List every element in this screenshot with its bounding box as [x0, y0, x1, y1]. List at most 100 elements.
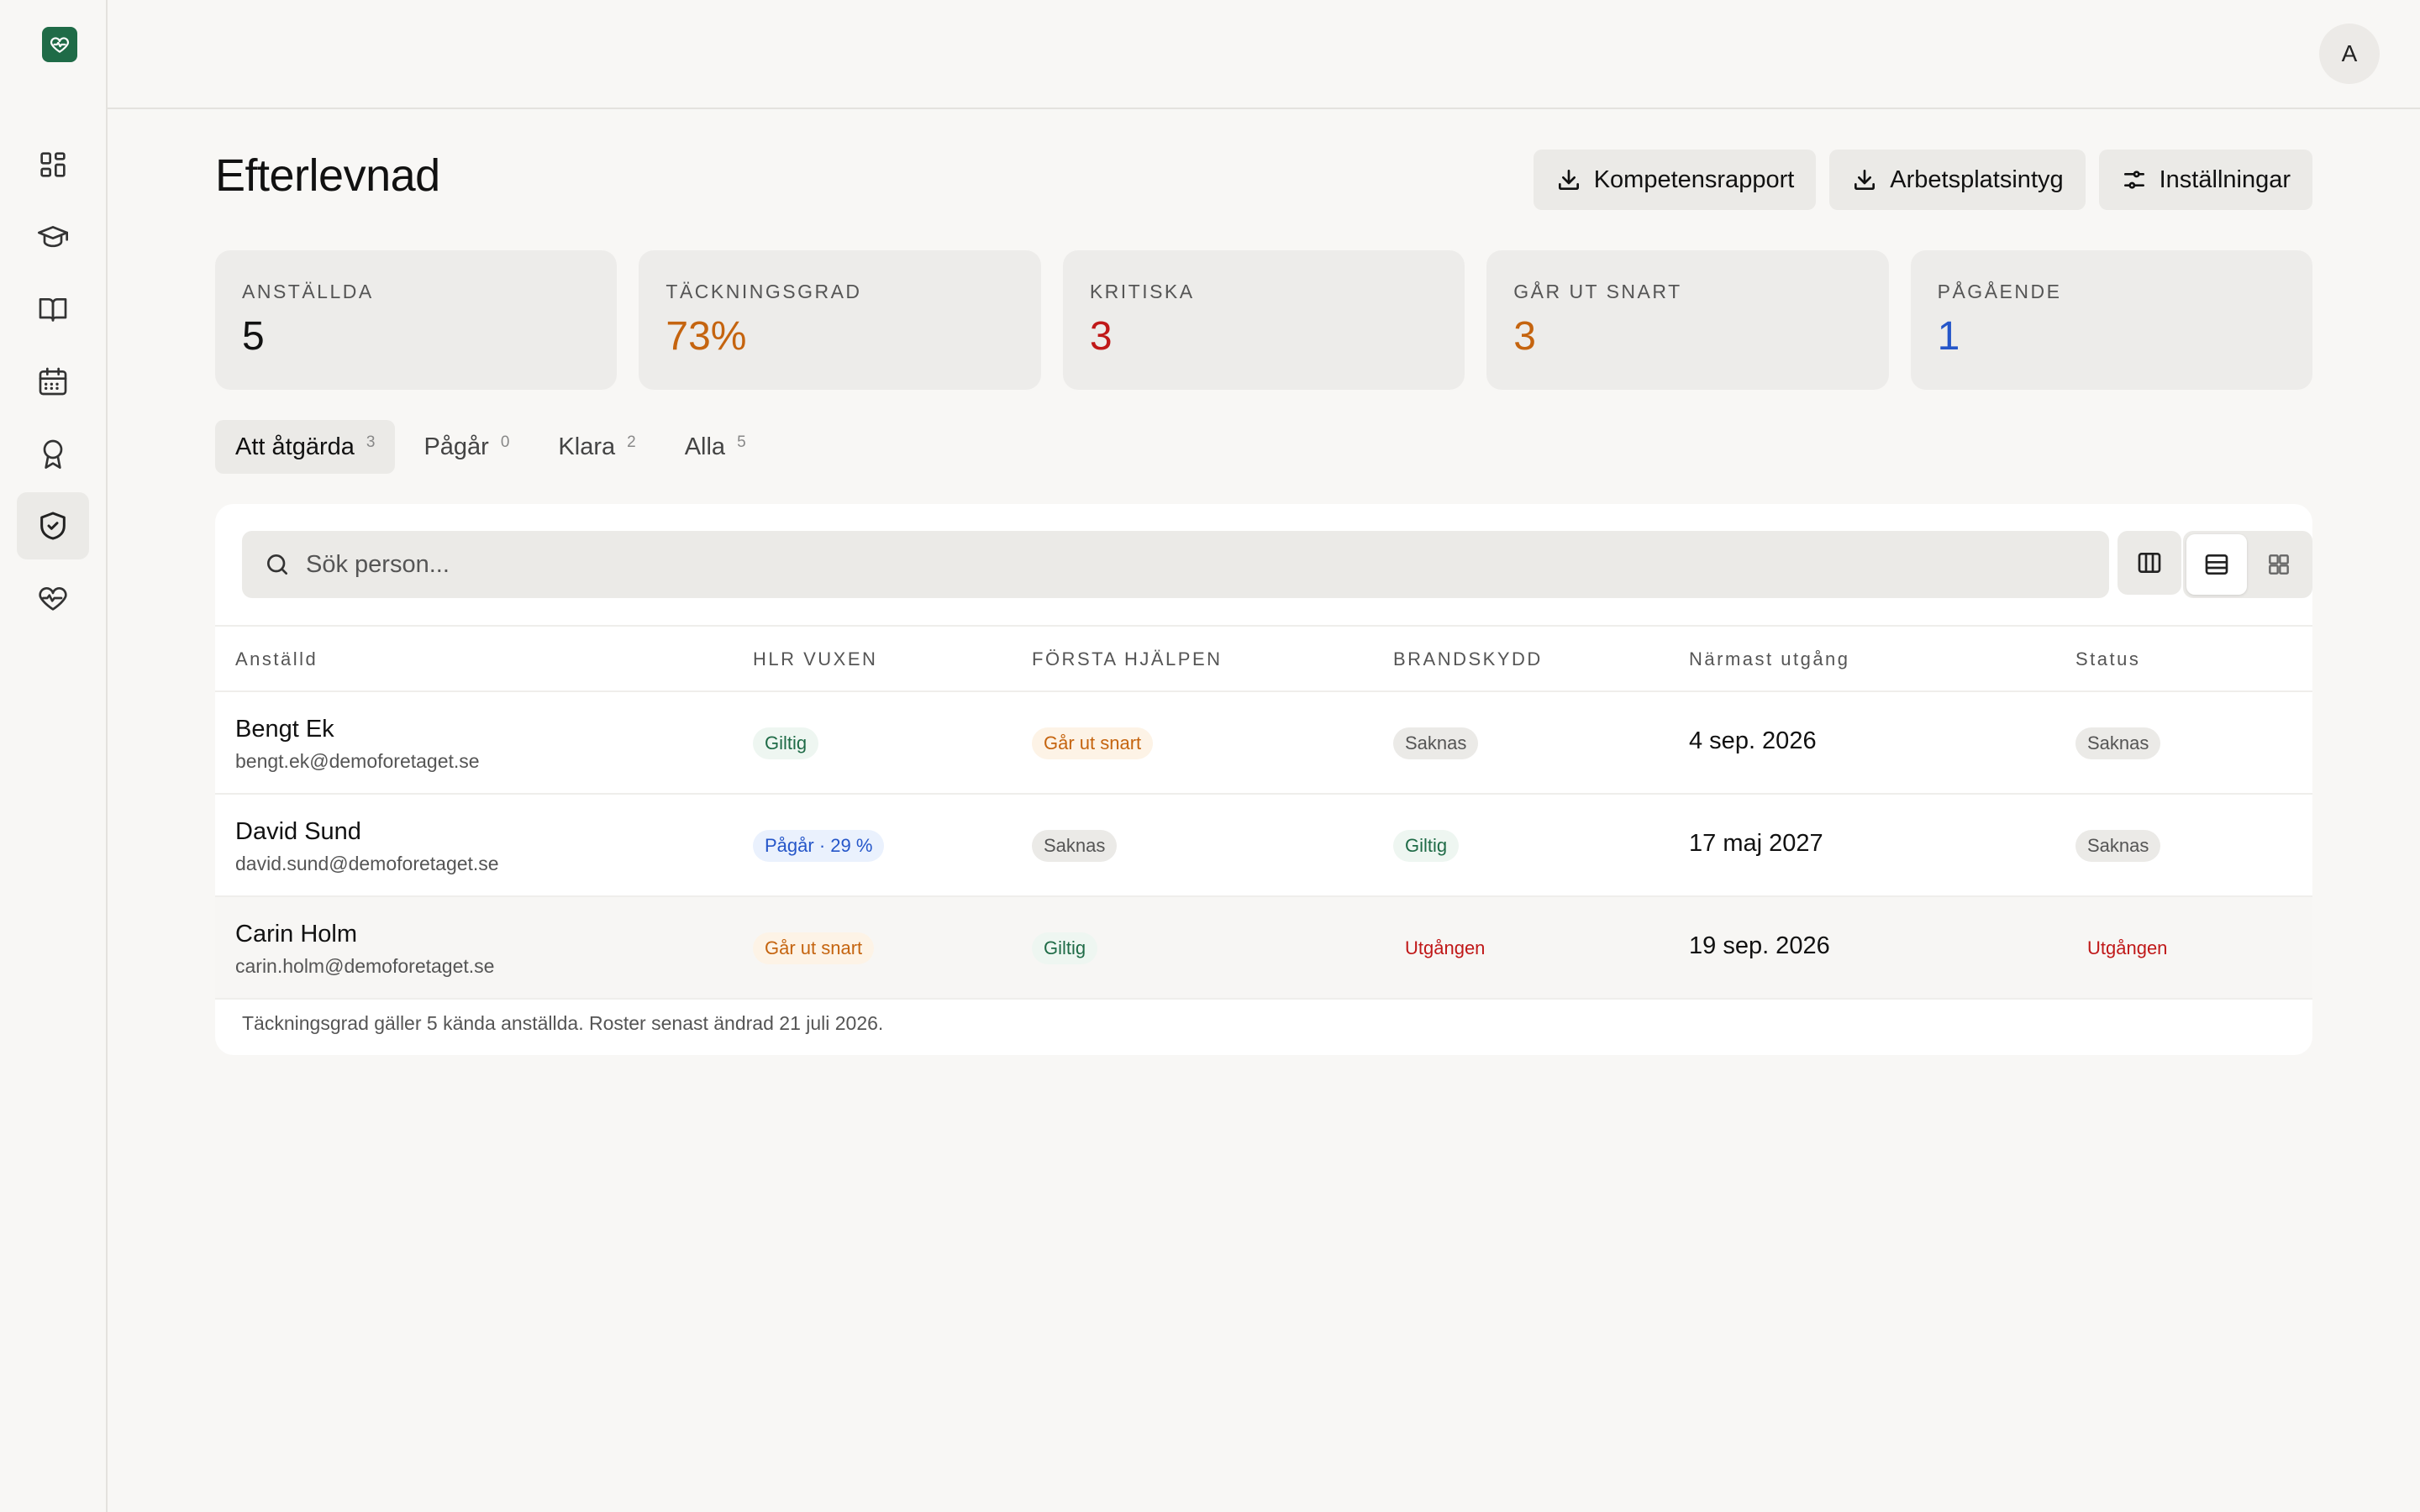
award-icon [43, 439, 63, 469]
employee-name: Carin Holm [235, 921, 358, 948]
employee-name: David Sund [235, 818, 361, 845]
list-view-button[interactable] [2186, 534, 2247, 595]
sidebar-item-certificates[interactable] [17, 420, 89, 487]
stat-card-employees: ANSTÄLLDA 5 [215, 250, 618, 390]
grid-view-icon [2269, 554, 2289, 575]
filter-tabs: Att åtgärda 3 Pågår 0 Klara 2 Alla 5 [215, 420, 766, 474]
workplace-certificate-button[interactable]: Arbetsplatsintyg [1829, 150, 2086, 210]
employee-cell: Carin Holm carin.holm@demoforetaget.se [235, 921, 494, 978]
status-badge: Går ut snart [1032, 727, 1154, 759]
status-badge: Giltig [753, 727, 819, 759]
calendar-icon [39, 367, 67, 396]
book-icon [39, 298, 67, 322]
page-title: Efterlevnad [215, 150, 440, 201]
stat-value: 3 [1089, 314, 1113, 359]
tab-label: Att åtgärda [235, 433, 355, 460]
sidebar-item-library[interactable] [17, 276, 89, 343]
status-badge: Saknas [1393, 727, 1479, 759]
shield-check-icon [40, 512, 66, 540]
stat-label: PÅGÅENDE [1937, 281, 2062, 302]
table-row[interactable]: David Sund david.sund@demoforetaget.se P… [215, 795, 2312, 897]
employee-email: carin.holm@demoforetaget.se [235, 955, 495, 977]
dashboard-icon [40, 152, 66, 177]
tab-count: 3 [366, 433, 376, 451]
header-actions: Kompetensrapport Arbetsplatsintyg Instäl… [1533, 150, 2312, 210]
expiry-date: 4 sep. 2026 [1689, 727, 1817, 754]
stat-label: ANSTÄLLDA [242, 281, 374, 302]
tab-count: 2 [627, 433, 636, 451]
sidebar-item-health[interactable] [17, 564, 89, 632]
workplace-certificate-label: Arbetsplatsintyg [1890, 165, 2064, 193]
status-badge: Utgången [1405, 937, 1486, 958]
employee-email: david.sund@demoforetaget.se [235, 853, 499, 874]
status-badge: Saknas [2075, 830, 2161, 862]
tab-label: Klara [558, 433, 616, 460]
table-row[interactable]: Carin Holm carin.holm@demoforetaget.se G… [215, 897, 2312, 1000]
expiry-date: 19 sep. 2026 [1689, 932, 1830, 959]
column-header-employee[interactable]: Anställd [235, 648, 318, 670]
sliders-icon [2123, 171, 2144, 189]
heart-pulse-icon [39, 587, 67, 611]
stat-label: KRITISKA [1089, 281, 1195, 302]
table-toolbar [242, 531, 2312, 598]
tab-label: Pågår [424, 433, 489, 460]
employee-cell: Bengt Ek bengt.ek@demoforetaget.se [235, 716, 480, 773]
column-header-hlr[interactable]: HLR VUXEN [753, 648, 877, 670]
tab-count: 5 [737, 433, 746, 451]
tab-all[interactable]: Alla 5 [665, 420, 766, 474]
sidebar-item-courses[interactable] [17, 203, 89, 270]
user-avatar[interactable]: A [2319, 24, 2380, 84]
table-header: Anställd HLR VUXEN FÖRSTA HJÄLPEN BRANDS… [215, 625, 2312, 692]
employee-table-panel: Anställd HLR VUXEN FÖRSTA HJÄLPEN BRANDS… [215, 504, 2312, 1055]
search-input[interactable] [304, 549, 2072, 580]
expiry-date: 17 maj 2027 [1689, 830, 1823, 857]
employee-name: Bengt Ek [235, 716, 334, 743]
sidebar-item-dashboard[interactable] [17, 131, 89, 198]
status-badge: Pågår · 29 % [753, 830, 885, 862]
sidebar-item-compliance[interactable] [17, 492, 89, 559]
stat-card-critical: KRITISKA 3 [1062, 250, 1465, 390]
status-badge: Utgången [2087, 937, 2168, 958]
download-icon [1854, 170, 1876, 190]
stat-card-expiring-soon: GÅR UT SNART 3 [1486, 250, 1889, 390]
stat-value: 5 [242, 314, 265, 359]
search-icon [267, 554, 287, 575]
status-badge: Saknas [1032, 830, 1118, 862]
app-logo[interactable] [42, 27, 77, 62]
column-header-status[interactable]: Status [2075, 648, 2140, 670]
graduation-cap-icon [38, 226, 68, 248]
competence-report-label: Kompetensrapport [1593, 165, 1795, 193]
view-toggle [2183, 531, 2312, 598]
tab-in-progress[interactable]: Pågår 0 [403, 420, 529, 474]
columns-icon [2138, 553, 2161, 573]
sidebar [0, 0, 108, 1512]
settings-button[interactable]: Inställningar [2098, 150, 2312, 210]
status-badge: Giltig [1393, 830, 1460, 862]
column-header-first-aid[interactable]: FÖRSTA HJÄLPEN [1032, 648, 1223, 670]
top-bar: A [108, 0, 2420, 109]
table-footnote: Täckningsgrad gäller 5 kända anställda. … [242, 1012, 884, 1034]
column-header-nearest-expiry[interactable]: Närmast utgång [1689, 648, 1850, 670]
grid-view-button[interactable] [2249, 534, 2309, 595]
tab-label: Alla [684, 433, 726, 460]
stat-label: GÅR UT SNART [1513, 281, 1682, 302]
stats-row: ANSTÄLLDA 5 TÄCKNINGSGRAD 73% KRITISKA 3… [215, 250, 2313, 390]
status-badge: Går ut snart [753, 932, 875, 964]
heart-logo-icon [50, 37, 70, 53]
columns-button[interactable] [2118, 531, 2181, 595]
status-badge: Saknas [2075, 727, 2161, 759]
column-header-fire-safety[interactable]: BRANDSKYDD [1393, 648, 1543, 670]
search-box[interactable] [242, 531, 2109, 598]
tab-done[interactable]: Klara 2 [538, 420, 655, 474]
tab-count: 0 [500, 433, 510, 451]
stat-value: 1 [1937, 314, 1960, 359]
sidebar-item-calendar[interactable] [17, 348, 89, 415]
stat-label: TÄCKNINGSGRAD [666, 281, 862, 302]
competence-report-button[interactable]: Kompetensrapport [1533, 150, 1817, 210]
stat-card-in-progress: PÅGÅENDE 1 [1910, 250, 2313, 390]
download-icon [1558, 170, 1579, 190]
table-row[interactable]: Bengt Ek bengt.ek@demoforetaget.se Gilti… [215, 692, 2312, 795]
settings-label: Inställningar [2159, 165, 2291, 193]
stat-value: 3 [1513, 314, 1536, 359]
tab-to-action[interactable]: Att åtgärda 3 [215, 420, 396, 474]
